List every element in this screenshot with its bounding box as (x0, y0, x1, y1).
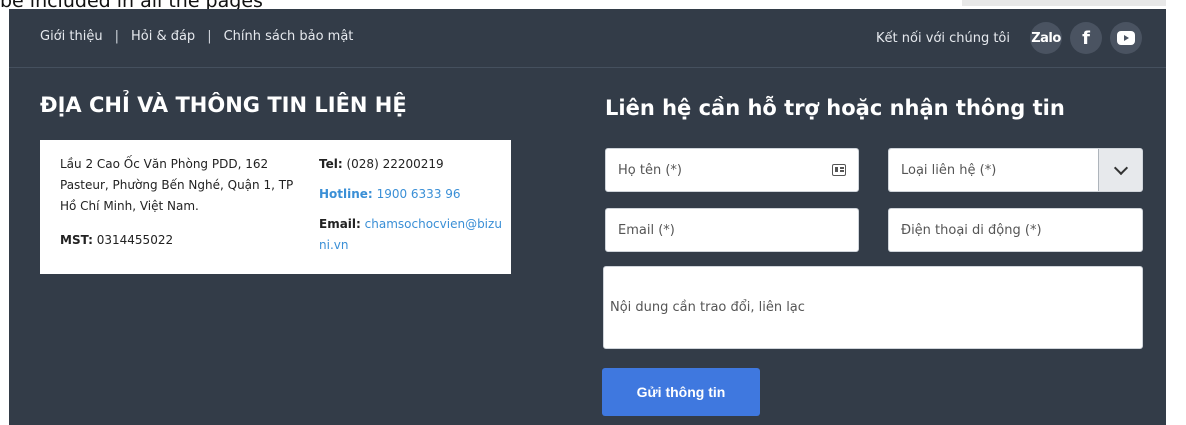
footer-links: Giới thiệu | Hỏi & đáp | Chính sách bảo … (40, 29, 353, 44)
hotline-value[interactable]: 1900 6333 96 (377, 187, 461, 201)
footer-panel: Giới thiệu | Hỏi & đáp | Chính sách bảo … (9, 9, 1166, 425)
tel-row: Tel: (028) 22200219 (319, 154, 509, 175)
nav-separator: | (114, 29, 119, 44)
contact-info: Tel: (028) 22200219 Hotline: 1900 6333 9… (319, 154, 509, 265)
contact-type-value: Loại liên hệ (*) (889, 149, 1098, 191)
link-hoi-dap[interactable]: Hỏi & đáp (131, 29, 195, 44)
address-title: ĐỊA CHỈ VÀ THÔNG TIN LIÊN HỆ (40, 93, 407, 117)
youtube-glyph (1117, 31, 1135, 45)
contact-form-title: Liên hệ cần hỗ trợ hoặc nhận thông tin (605, 96, 1065, 120)
id-card-icon (832, 164, 846, 176)
submit-button[interactable]: Gửi thông tin (602, 368, 760, 416)
contact-type-placeholder: Loại liên hệ (*) (901, 162, 997, 178)
hotline-row[interactable]: Hotline: 1900 6333 96 (319, 184, 509, 205)
hotline-label: Hotline: (319, 187, 373, 201)
email-input[interactable]: Email (*) (605, 208, 859, 252)
email-label: Email: (319, 217, 361, 231)
address-text: Lầu 2 Cao Ốc Văn Phòng PDD, 162 Pasteur,… (60, 157, 294, 213)
tax-code: MST: 0314455022 (60, 233, 173, 247)
chevron-down-icon (1113, 160, 1128, 175)
top-right-box (962, 0, 1166, 6)
facebook-icon[interactable]: f (1070, 22, 1102, 54)
social-connect: Kết nối với chúng tôi Zalo f (876, 22, 1142, 54)
zalo-icon[interactable]: Zalo (1030, 22, 1062, 54)
address-card: Lầu 2 Cao Ốc Văn Phòng PDD, 162 Pasteur,… (40, 140, 511, 274)
phone-input[interactable]: Điện thoại di động (*) (888, 208, 1143, 252)
message-textarea[interactable]: Nội dung cần trao đổi, liên lạc (603, 266, 1143, 349)
link-chinh-sach[interactable]: Chính sách bảo mật (224, 29, 354, 44)
select-toggle-button[interactable] (1098, 149, 1142, 191)
phone-placeholder: Điện thoại di động (*) (901, 222, 1042, 238)
contact-type-select[interactable]: Loại liên hệ (*) (888, 148, 1143, 192)
link-gioi-thieu[interactable]: Giới thiệu (40, 29, 103, 44)
name-placeholder: Họ tên (*) (618, 162, 682, 178)
tel-label: Tel: (319, 157, 343, 171)
footer-nav: Giới thiệu | Hỏi & đáp | Chính sách bảo … (9, 9, 1166, 68)
name-input[interactable]: Họ tên (*) (605, 148, 859, 192)
nav-separator: | (207, 29, 212, 44)
tel-value: (028) 22200219 (346, 157, 444, 171)
message-placeholder: Nội dung cần trao đổi, liên lạc (610, 300, 805, 315)
connect-label: Kết nối với chúng tôi (876, 30, 1010, 46)
tax-code-label: MST: (60, 233, 93, 247)
tax-code-value: 0314455022 (96, 233, 174, 247)
youtube-icon[interactable] (1110, 22, 1142, 54)
email-placeholder: Email (*) (618, 222, 675, 238)
facebook-glyph: f (1082, 27, 1090, 49)
email-row: Email: chamsochocvien@bizuni.vn (319, 214, 509, 256)
